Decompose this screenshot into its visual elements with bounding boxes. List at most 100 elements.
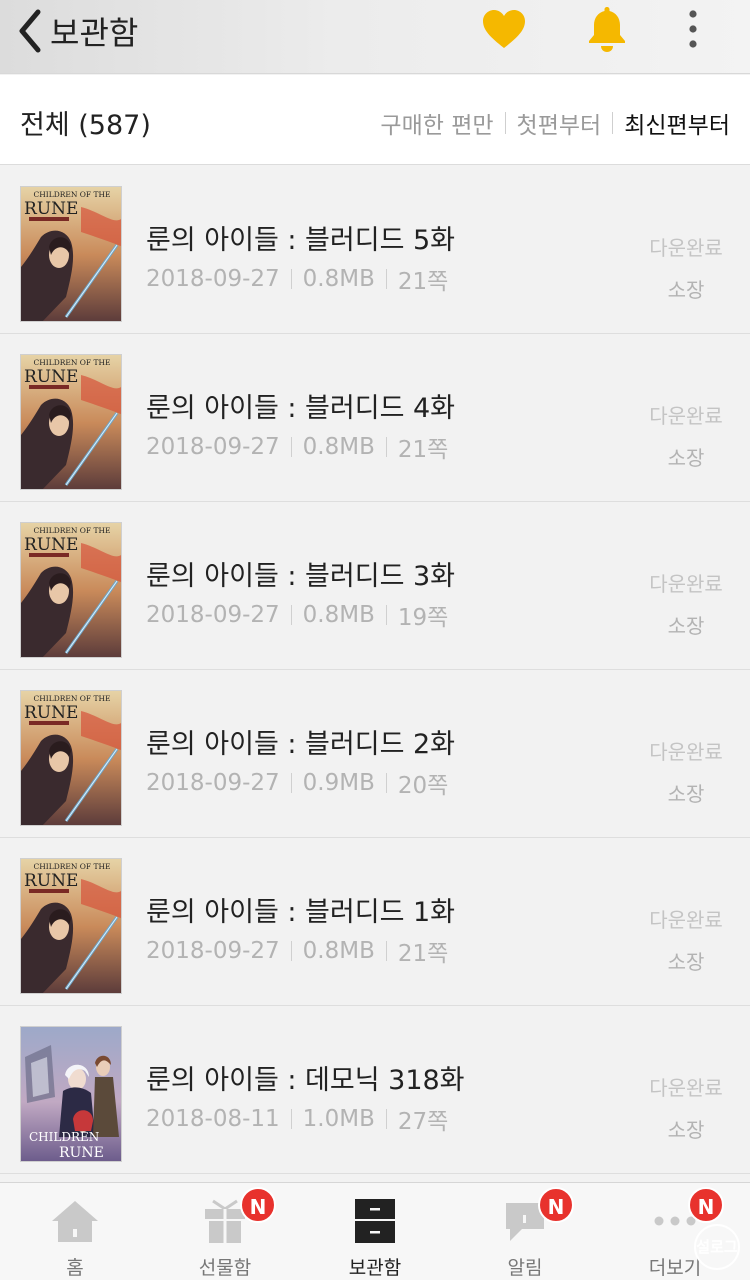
bottom-tab-bar: 홈 N 선물함 보관함 N 알림 N 더보기	[0, 1182, 750, 1280]
svg-text:CHILDREN OF THE: CHILDREN OF THE	[33, 862, 110, 871]
svg-text:RUNE: RUNE	[24, 871, 78, 891]
filter-bar: 전체 (587) 구매한 편만 첫편부터 최신편부터	[0, 75, 750, 165]
sort-divider	[612, 112, 614, 134]
episode-pages: 27쪽	[397, 1109, 449, 1135]
episode-date: 2018-09-27	[146, 938, 280, 964]
episode-pages: 21쪽	[397, 269, 449, 295]
svg-text:RUNE: RUNE	[24, 535, 78, 555]
book-cover-illustration: CHILDREN OF THE RUNE	[21, 859, 121, 993]
episode-meta: 2018-08-11 1.0MB 27쪽	[146, 1102, 448, 1136]
heart-icon[interactable]	[480, 6, 528, 54]
episode-size: 1.0MB	[302, 1106, 375, 1132]
ownership-label: 소장	[667, 446, 705, 470]
list-item[interactable]: CHILDREN OF THE RUNE 룬의 아이들 : 블러디드 3화 20…	[0, 502, 750, 670]
book-cover[interactable]: CHILDREN OF THE RUNE	[20, 522, 122, 658]
list-item[interactable]: CHILDREN OF THE RUNE 룬의 아이들 : 블러디드 4화 20…	[0, 334, 750, 502]
episode-date: 2018-09-27	[146, 602, 280, 628]
tab-more-badge: N	[688, 1187, 724, 1223]
sort-divider	[504, 112, 506, 134]
tab-locker[interactable]: 보관함	[300, 1183, 450, 1280]
locker-icon	[355, 1199, 395, 1243]
book-cover[interactable]: CHILDREN RUNE	[20, 1026, 122, 1162]
meta-divider	[385, 437, 387, 457]
episode-size: 0.8MB	[302, 434, 375, 460]
svg-text:CHILDREN OF THE: CHILDREN OF THE	[33, 526, 110, 535]
episode-size: 0.8MB	[302, 266, 375, 292]
ownership-label: 소장	[667, 278, 705, 302]
episode-date: 2018-08-11	[146, 1106, 280, 1132]
episode-title: 룬의 아이들 : 블러디드 4화	[146, 393, 456, 424]
tab-notifications[interactable]: N 알림	[450, 1183, 600, 1280]
meta-divider	[290, 605, 292, 625]
meta-divider	[290, 773, 292, 793]
episode-title: 룬의 아이들 : 블러디드 3화	[146, 561, 456, 592]
episode-title: 룬의 아이들 : 블러디드 1화	[146, 897, 456, 928]
episode-meta: 2018-09-27 0.8MB 21쪽	[146, 430, 448, 464]
svg-text:RUNE: RUNE	[24, 703, 78, 723]
book-cover-illustration: CHILDREN OF THE RUNE	[21, 187, 121, 321]
book-cover[interactable]: CHILDREN OF THE RUNE	[20, 858, 122, 994]
meta-divider	[385, 1109, 387, 1129]
download-status: 다운완료	[649, 1076, 723, 1100]
list-item[interactable]: CHILDREN RUNE 룬의 아이들 : 데모닉 318화 2018-08-…	[0, 1006, 750, 1174]
svg-text:RUNE: RUNE	[24, 367, 78, 387]
book-cover-illustration: CHILDREN OF THE RUNE	[21, 523, 121, 657]
episode-date: 2018-09-27	[146, 770, 280, 796]
meta-divider	[385, 941, 387, 961]
total-count: 전체 (587)	[20, 110, 151, 141]
list-item[interactable]: CHILDREN OF THE RUNE 룬의 아이들 : 블러디드 2화 20…	[0, 670, 750, 838]
back-button[interactable]: 보관함	[12, 6, 138, 56]
page-title: 보관함	[50, 14, 139, 52]
episode-pages: 21쪽	[397, 941, 449, 967]
episode-meta: 2018-09-27 0.8MB 21쪽	[146, 934, 448, 968]
back-chevron-icon	[19, 9, 41, 53]
app-root: 보관함 전체 (587) 구매한 편만 첫편부터 최신편부터 CHILDREN …	[0, 0, 750, 1280]
book-cover[interactable]: CHILDREN OF THE RUNE	[20, 186, 122, 322]
episode-meta: 2018-09-27 0.9MB 20쪽	[146, 766, 448, 800]
locker-list: CHILDREN OF THE RUNE 룬의 아이들 : 블러디드 5화 20…	[0, 166, 750, 1182]
download-status: 다운완료	[649, 236, 723, 260]
top-header: 보관함	[0, 0, 750, 74]
download-status: 다운완료	[649, 404, 723, 428]
meta-divider	[385, 605, 387, 625]
sort-first-episode[interactable]: 첫편부터	[517, 106, 602, 140]
svg-text:CHILDREN: CHILDREN	[29, 1130, 99, 1144]
download-status: 다운완료	[649, 572, 723, 596]
episode-size: 0.8MB	[302, 938, 375, 964]
episode-title: 룬의 아이들 : 블러디드 5화	[146, 225, 456, 256]
svg-text:CHILDREN OF THE: CHILDREN OF THE	[33, 190, 110, 199]
book-cover-illustration: CHILDREN RUNE	[21, 1027, 121, 1161]
episode-pages: 21쪽	[397, 437, 449, 463]
meta-divider	[290, 1109, 292, 1129]
sort-options: 구매한 편만 첫편부터 최신편부터	[380, 106, 730, 140]
home-icon	[52, 1201, 98, 1242]
download-status: 다운완료	[649, 908, 723, 932]
book-cover[interactable]: CHILDREN OF THE RUNE	[20, 690, 122, 826]
episode-meta: 2018-09-27 0.8MB 21쪽	[146, 262, 448, 296]
meta-divider	[385, 773, 387, 793]
meta-divider	[385, 269, 387, 289]
sort-purchased-only[interactable]: 구매한 편만	[380, 106, 493, 140]
tab-gift[interactable]: N 선물함	[150, 1183, 300, 1280]
episode-size: 0.9MB	[302, 770, 375, 796]
list-item[interactable]: CHILDREN OF THE RUNE 룬의 아이들 : 블러디드 5화 20…	[0, 166, 750, 334]
bell-icon[interactable]	[584, 4, 630, 54]
book-cover[interactable]: CHILDREN OF THE RUNE	[20, 354, 122, 490]
episode-title: 룬의 아이들 : 데모닉 318화	[146, 1065, 465, 1096]
list-item[interactable]: CHILDREN OF THE RUNE 룬의 아이들 : 블러디드 1화 20…	[0, 838, 750, 1006]
episode-date: 2018-09-27	[146, 434, 280, 460]
ownership-label: 소장	[667, 782, 705, 806]
episode-meta: 2018-09-27 0.8MB 19쪽	[146, 598, 448, 632]
tab-home[interactable]: 홈	[0, 1183, 150, 1280]
meta-divider	[290, 941, 292, 961]
svg-text:RUNE: RUNE	[24, 199, 78, 219]
ownership-label: 소장	[667, 1118, 705, 1142]
more-vertical-icon[interactable]	[678, 8, 708, 52]
svg-text:CHILDREN OF THE: CHILDREN OF THE	[33, 694, 110, 703]
book-cover-illustration: CHILDREN OF THE RUNE	[21, 691, 121, 825]
tab-gift-label: 선물함	[198, 1257, 252, 1279]
tab-gift-badge: N	[240, 1187, 276, 1223]
watermark-logo: 설로그	[694, 1224, 740, 1270]
episode-size: 0.8MB	[302, 602, 375, 628]
sort-latest-episode[interactable]: 최신편부터	[624, 106, 730, 140]
